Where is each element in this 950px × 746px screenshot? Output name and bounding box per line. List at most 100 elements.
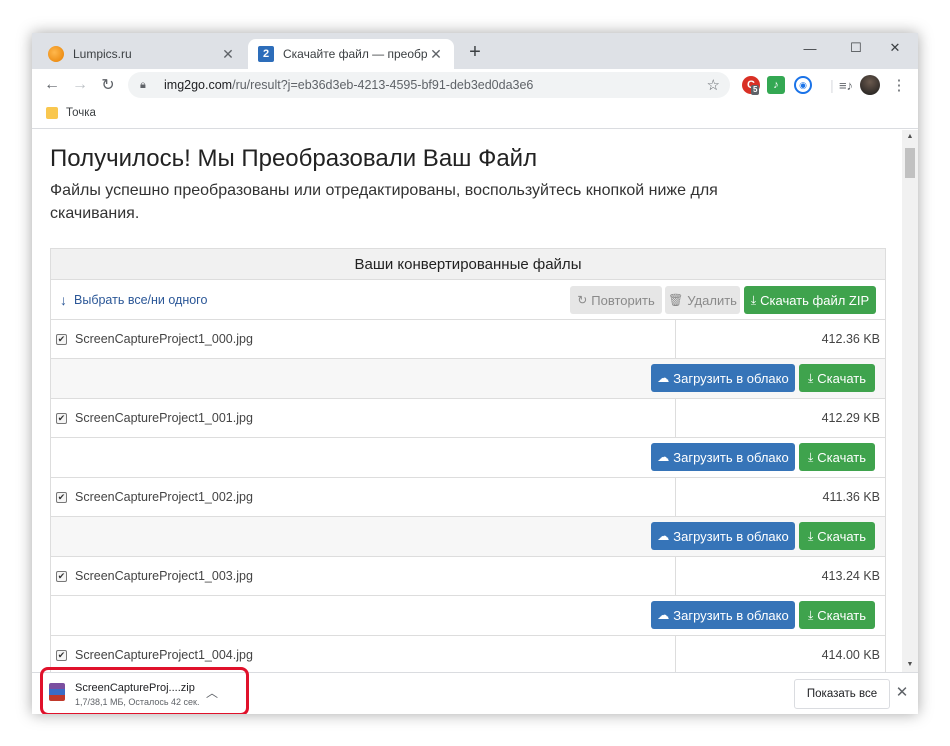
back-arrow-icon[interactable]: ← — [40, 73, 64, 97]
select-arrow-icon: ↓ — [60, 292, 67, 308]
file-size: 412.29 KB — [821, 411, 880, 425]
file-size: 411.36 KB — [822, 490, 880, 504]
tab-title: Lumpics.ru — [73, 47, 132, 61]
close-icon[interactable]: ✕ — [894, 683, 910, 701]
page-title: Получилось! Мы Преобразовали Ваш Файл — [50, 145, 538, 172]
select-all-link[interactable]: ↓ Выбрать все/ни одного — [60, 292, 207, 308]
avatar[interactable] — [860, 75, 880, 95]
scroll-up-arrow-icon[interactable]: ▲ — [902, 130, 918, 144]
address-bar[interactable]: 🔒︎ img2go.com/ru/result?j=eb36d3eb-4213-… — [128, 72, 730, 98]
bookmark-folder-tochka[interactable]: Точка — [46, 107, 96, 119]
table-row: ✔ ScreenCaptureProject1_003.jpg 413.24 K… — [51, 557, 885, 596]
file-actions-row: ☁ Загрузить в облако ⤓ Скачать — [51, 596, 885, 636]
tab-lumpics[interactable]: Lumpics.ru ✕ — [38, 39, 246, 69]
upload-cloud-button[interactable]: ☁ Загрузить в облако — [651, 443, 795, 471]
select-all-label: Выбрать все/ни одного — [74, 293, 208, 307]
download-button[interactable]: ⤓ Скачать — [799, 364, 875, 392]
delete-button[interactable]: 🗑︎ Удалить — [665, 286, 740, 314]
download-button[interactable]: ⤓ Скачать — [799, 443, 875, 471]
highlight-frame — [40, 667, 249, 714]
tab-img2go[interactable]: 2 Скачайте файл — преобразован ✕ — [248, 39, 454, 69]
column-divider — [675, 636, 676, 672]
file-name: ScreenCaptureProject1_001.jpg — [75, 411, 253, 425]
folder-icon — [46, 107, 58, 119]
download-item[interactable]: ScreenCaptureProj....zip 1,7/38,1 МБ, Ос… — [40, 667, 249, 714]
url-path: /ru/result?j=eb36d3eb-4213-4595-bf91-deb… — [232, 78, 534, 92]
extension-badge: 5 — [751, 85, 760, 95]
scrollbar-thumb[interactable] — [905, 148, 915, 178]
file-checkbox[interactable]: ✔ — [56, 334, 67, 345]
file-size: 414.00 KB — [821, 648, 880, 662]
extension-globe-icon[interactable]: ◉ — [794, 76, 812, 94]
upload-cloud-label: Загрузить в облако — [673, 370, 789, 386]
column-divider — [675, 320, 676, 359]
download-label: Скачать — [817, 607, 867, 623]
img2go-favicon-icon: 2 — [258, 46, 274, 62]
page-scrollbar[interactable]: ▲ ▼ — [902, 130, 918, 672]
window-close-icon[interactable]: ✕ — [872, 33, 918, 63]
download-label: Скачать — [817, 370, 867, 386]
file-actions-row: ☁ Загрузить в облако ⤓ Скачать — [51, 517, 885, 557]
bookmark-star-icon[interactable]: ☆ — [707, 76, 720, 94]
upload-cloud-button[interactable]: ☁ Загрузить в облако — [651, 364, 795, 392]
upload-cloud-label: Загрузить в облако — [673, 528, 789, 544]
page-subtitle: Файлы успешно преобразованы или отредакт… — [50, 182, 718, 222]
retry-icon: ↻ — [577, 293, 588, 307]
tab-strip: Lumpics.ru ✕ 2 Скачайте файл — преобразо… — [32, 33, 918, 69]
cloud-upload-icon: ☁ — [657, 450, 670, 464]
file-size: 412.36 KB — [821, 332, 880, 346]
close-icon[interactable]: ✕ — [220, 46, 236, 63]
cloud-upload-icon: ☁ — [657, 608, 670, 622]
browser-window: Lumpics.ru ✕ 2 Скачайте файл — преобразо… — [32, 33, 918, 714]
minimize-icon[interactable]: — — [787, 33, 833, 63]
show-all-button[interactable]: Показать все — [794, 679, 890, 709]
converted-files-panel: Ваши конвертированные файлы ↓ Выбрать вс… — [50, 248, 886, 672]
new-tab-plus-icon[interactable]: + — [465, 41, 485, 64]
file-checkbox[interactable]: ✔ — [56, 492, 67, 503]
delete-label: Удалить — [687, 292, 737, 308]
download-icon: ⤓ — [807, 607, 814, 622]
download-icon: ⤓ — [750, 292, 757, 307]
reload-icon[interactable]: ↻ — [96, 73, 120, 97]
upload-cloud-label: Загрузить в облако — [673, 607, 789, 623]
upload-cloud-button[interactable]: ☁ Загрузить в облако — [651, 601, 795, 629]
download-icon: ⤓ — [807, 370, 814, 385]
extension-music-icon[interactable]: ♪ — [767, 76, 785, 94]
cloud-upload-icon: ☁ — [657, 529, 670, 543]
table-row: ✔ ScreenCaptureProject1_000.jpg 412.36 K… — [51, 320, 885, 359]
file-checkbox[interactable]: ✔ — [56, 571, 67, 582]
download-label: Скачать — [817, 449, 867, 465]
bookmarks-bar: Точка — [32, 101, 918, 129]
extension-red-icon[interactable]: C5 — [742, 76, 760, 95]
cloud-upload-icon: ☁ — [657, 371, 670, 385]
forward-arrow-icon[interactable]: → — [68, 73, 92, 97]
menu-kebab-icon[interactable]: ⋮ — [887, 73, 911, 97]
lumpics-favicon-icon — [48, 46, 64, 62]
file-size: 413.24 KB — [821, 569, 880, 583]
upload-cloud-button[interactable]: ☁ Загрузить в облако — [651, 522, 795, 550]
column-divider — [675, 399, 676, 438]
close-icon[interactable]: ✕ — [428, 46, 444, 63]
file-name: ScreenCaptureProject1_000.jpg — [75, 332, 253, 346]
file-checkbox[interactable]: ✔ — [56, 413, 67, 424]
download-button[interactable]: ⤓ Скачать — [799, 522, 875, 550]
table-row: ✔ ScreenCaptureProject1_001.jpg 412.29 K… — [51, 399, 885, 438]
download-zip-label: Скачать файл ZIP — [760, 292, 870, 308]
download-button[interactable]: ⤓ Скачать — [799, 601, 875, 629]
download-shelf: ScreenCaptureProj....zip 1,7/38,1 МБ, Ос… — [32, 667, 918, 714]
column-divider — [675, 557, 676, 596]
media-controls-icon[interactable]: ≡♪ — [834, 73, 858, 97]
page-content: Получилось! Мы Преобразовали Ваш Файл Фа… — [32, 130, 902, 672]
download-icon: ⤓ — [807, 449, 814, 464]
download-icon: ⤓ — [807, 528, 814, 543]
file-checkbox[interactable]: ✔ — [56, 650, 67, 661]
file-name: ScreenCaptureProject1_002.jpg — [75, 490, 253, 504]
lock-icon: 🔒︎ — [140, 78, 146, 91]
browser-toolbar: ← → ↻ 🔒︎ img2go.com/ru/result?j=eb36d3eb… — [32, 69, 918, 101]
table-row: ✔ ScreenCaptureProject1_002.jpg 411.36 K… — [51, 478, 885, 517]
scroll-down-arrow-icon[interactable]: ▼ — [902, 658, 918, 672]
file-controls: ↓ Выбрать все/ни одного ↻ Повторить 🗑︎ Уда… — [51, 280, 885, 320]
download-label: Скачать — [817, 528, 867, 544]
retry-button[interactable]: ↻ Повторить — [570, 286, 662, 314]
download-zip-button[interactable]: ⤓ Скачать файл ZIP — [744, 286, 876, 314]
